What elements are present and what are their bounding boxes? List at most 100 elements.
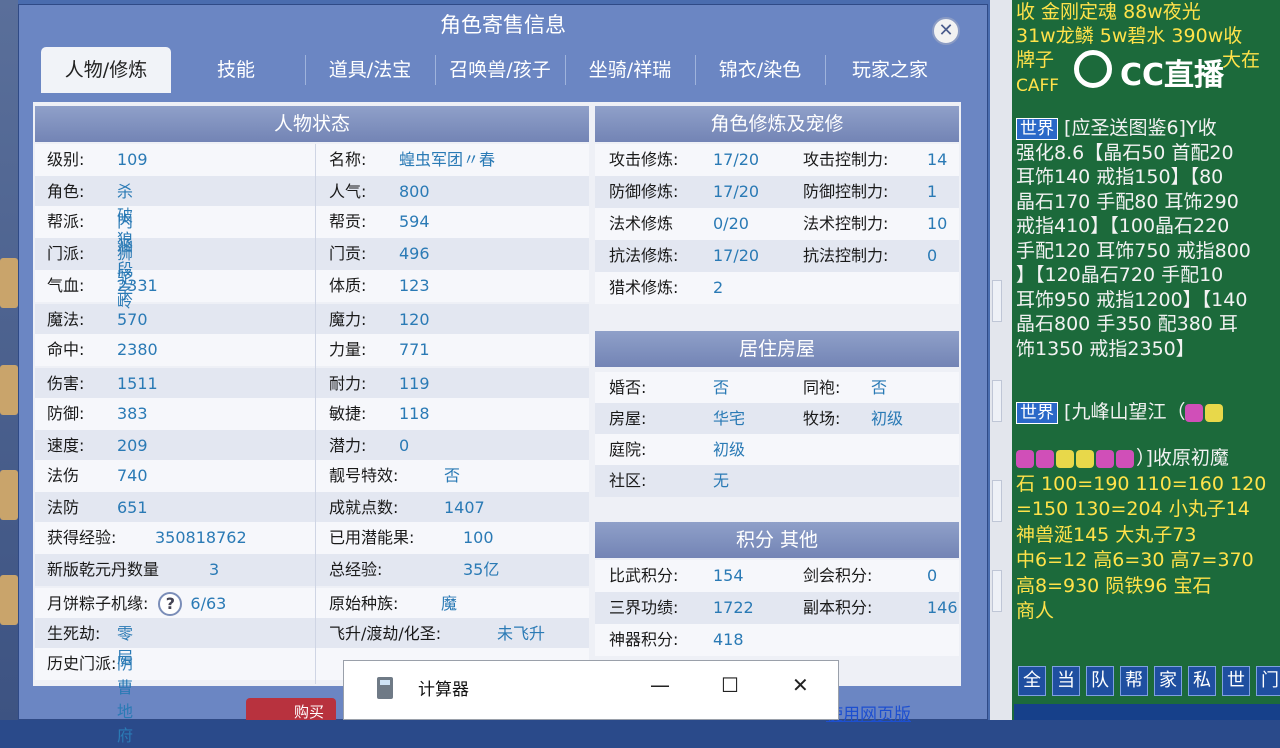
chat-channel-button[interactable]: 家 (1154, 666, 1182, 696)
chat-channel-button[interactable]: 世 (1222, 666, 1250, 696)
chat-channel-button[interactable]: 队 (1086, 666, 1114, 696)
stat-label: 气血: (47, 276, 85, 295)
tab-character[interactable]: 人物/修炼 (41, 47, 171, 93)
chat-sender[interactable]: [九峰山望江（ (1064, 401, 1185, 423)
stat-value: 2380 (117, 340, 158, 359)
game-area: 角色寄售信息 ✕ 人物/修炼 技能 道具/法宝 召唤兽/孩子 坐骑/祥瑞 锦衣/… (18, 0, 990, 745)
stat-value: 383 (117, 404, 148, 423)
stat-label: 原始种族: (329, 594, 399, 613)
stat-value: 651 (117, 498, 148, 517)
stat-label: 历史门派: (47, 654, 117, 673)
close-button[interactable]: ✕ (932, 17, 960, 45)
chat-panel: 收 金刚定魂 88w夜光 31w龙鳞 5w碧水 390w收 牌子 大在 CAFF… (1012, 0, 1280, 720)
close-icon: ✕ (938, 20, 954, 41)
avatar-fragment (0, 365, 18, 415)
status-row: 力量: 771 (329, 338, 589, 362)
tab-player-home[interactable]: 玩家之家 (825, 47, 955, 93)
info-label: 抗法修炼: (609, 246, 679, 265)
channel-badge-world[interactable]: 世界 (1016, 402, 1058, 424)
info-row: 三界功绩: 1722 副本积分: 146 (609, 596, 959, 620)
chat-channel-button[interactable]: 门 (1256, 666, 1280, 696)
channel-badge-world[interactable]: 世界 (1016, 118, 1058, 140)
chat-line: 晶石800 手350 配380 耳 (1016, 313, 1238, 335)
chat-line: 戒指410】【100晶石220 (1016, 215, 1230, 237)
tab-skills[interactable]: 技能 (171, 47, 301, 93)
info-row: 攻击修炼: 17/20 攻击控制力: 14 (609, 148, 959, 172)
stat-label: 耐力: (329, 374, 367, 393)
stat-label: 帮派: (47, 212, 85, 231)
scroll-handle[interactable] (992, 570, 1002, 612)
stat-label: 月饼粽子机缘: (47, 594, 149, 613)
calculator-close-button[interactable]: ✕ (792, 673, 809, 697)
info-row: 猎术修炼: 2 (609, 276, 959, 300)
consignment-window: 角色寄售信息 ✕ 人物/修炼 技能 道具/法宝 召唤兽/孩子 坐骑/祥瑞 锦衣/… (18, 4, 988, 745)
info-value: 10 (927, 214, 948, 233)
stat-label: 法防 (47, 498, 80, 517)
info-value: 0 (927, 566, 938, 585)
stat-value: 魔 (441, 594, 458, 613)
tab-items[interactable]: 道具/法宝 (305, 47, 435, 93)
tab-outfits[interactable]: 锦衣/染色 (695, 47, 825, 93)
chat-channel-button[interactable]: 全 (1018, 666, 1046, 696)
info-row: 婚否: 否 同袍: 否 (609, 376, 959, 400)
status-row: 伤害: 1511 (47, 372, 158, 396)
calculator-window[interactable]: 计算器 — ☐ ✕ (343, 660, 839, 720)
info-value: 2 (713, 278, 724, 297)
stat-label: 人气: (329, 182, 367, 201)
chat-channel-bar: 全当队帮家私世门 (1014, 666, 1280, 700)
chat-channel-button[interactable]: 私 (1188, 666, 1216, 696)
chat-line: 商人 (1016, 600, 1055, 622)
status-row: 月饼粽子机缘:? 6/63 (47, 592, 226, 616)
house-panel-heading: 居住房屋 (595, 331, 959, 367)
tab-content: 人物状态 级别: 109 角色: 杀破狼 帮派: 内涵段子 门派: 狮驼岭 气血: 2331 魔法:… (33, 102, 961, 745)
stat-value: 35亿 (463, 560, 500, 579)
info-row: 比武积分: 154 剑会积分: 0 (609, 564, 959, 588)
stat-label: 新版乾元丹数量 (47, 560, 160, 579)
chat-line: 牌子 (1016, 49, 1055, 71)
stat-label: 飞升/渡劫/化圣: (329, 624, 442, 643)
info-row: 抗法修炼: 17/20 抗法控制力: 0 (609, 244, 959, 268)
info-value: 无 (713, 471, 730, 490)
stat-value: 蝗虫军团〃春 (399, 150, 496, 169)
status-row: 原始种族: 魔 (329, 592, 589, 616)
chat-channel-button[interactable]: 当 (1052, 666, 1080, 696)
status-row: 已用潜能果: 100 (329, 526, 589, 550)
stat-value: 120 (399, 310, 430, 329)
info-row: 庭院: 初级 (609, 438, 959, 462)
info-label: 攻击修炼: (609, 150, 679, 169)
info-row: 神器积分: 418 (609, 628, 959, 652)
chat-channel-button[interactable]: 帮 (1120, 666, 1148, 696)
info-value: 154 (713, 566, 744, 585)
info-value: 否 (871, 378, 888, 397)
scroll-handle[interactable] (992, 380, 1002, 422)
info-row: 房屋: 华宅 牧场: 初级 (609, 407, 959, 431)
stat-label: 获得经验: (47, 528, 117, 547)
stat-value: 771 (399, 340, 430, 359)
info-label: 比武积分: (609, 566, 679, 585)
stat-value: 594 (399, 212, 430, 231)
tab-mounts[interactable]: 坐骑/祥瑞 (565, 47, 695, 93)
scroll-divider (990, 0, 1012, 720)
stat-label: 命中: (47, 340, 85, 359)
stat-value: 未飞升 (497, 624, 546, 643)
stat-value: 740 (117, 466, 148, 485)
scroll-handle[interactable] (992, 480, 1002, 522)
avatar-fragment (0, 575, 18, 625)
minimize-button[interactable]: — (650, 673, 670, 697)
status-row: 气血: 2331 (47, 274, 158, 298)
maximize-button[interactable]: ☐ (721, 673, 739, 697)
cc-logo-icon (1074, 50, 1112, 88)
tab-pets[interactable]: 召唤兽/孩子 (435, 47, 565, 93)
info-value: 华宅 (713, 409, 746, 428)
buy-button[interactable]: 购买 (246, 698, 336, 721)
stat-value: 209 (117, 436, 148, 455)
scroll-handle[interactable] (992, 280, 1002, 322)
cultivation-panel-heading: 角色修炼及宠修 (595, 106, 959, 142)
chat-line: 饰1350 戒指2350】 (1016, 337, 1195, 360)
info-label: 房屋: (609, 409, 647, 428)
status-row: 人气: 800 (329, 180, 589, 204)
help-icon[interactable]: ? (158, 592, 183, 616)
stat-value: 109 (117, 150, 148, 169)
chat-line: 神兽涎145 大丸子73 (1016, 523, 1197, 546)
stat-label: 敏捷: (329, 404, 367, 423)
